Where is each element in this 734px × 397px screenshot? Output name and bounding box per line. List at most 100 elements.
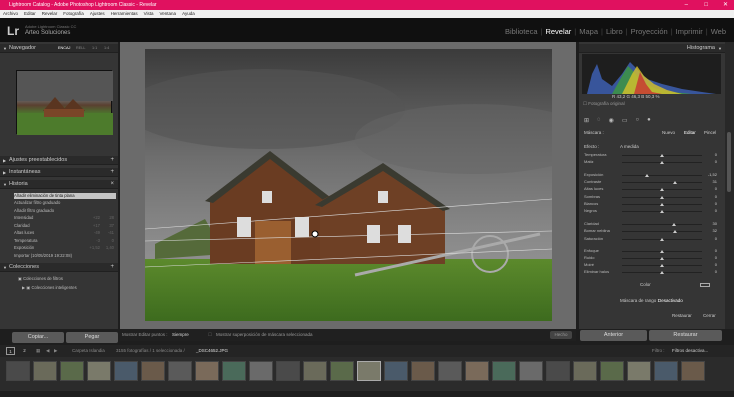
zoom-1-1[interactable]: 1:1 xyxy=(92,44,97,53)
close-link[interactable]: Cerrar xyxy=(703,313,716,318)
slider-row[interactable]: Negros 0 xyxy=(584,208,721,214)
menu-revelar[interactable]: Revelar xyxy=(42,10,58,18)
slider-value[interactable]: 0 xyxy=(715,159,717,165)
slider-value[interactable]: 0 xyxy=(715,236,717,242)
slider-row[interactable]: Moiré 0 xyxy=(584,262,721,268)
zoom-1-4[interactable]: 1:4 xyxy=(104,44,109,53)
menu-herramientas[interactable]: Herramientas xyxy=(111,10,138,18)
slider-row[interactable]: Contraste 31 xyxy=(584,179,721,185)
slider-track[interactable] xyxy=(622,231,702,232)
slider-value[interactable]: 0 xyxy=(715,201,717,207)
original-photo-checkbox[interactable]: ☐ Fotografía original xyxy=(583,101,625,107)
zoom-fit[interactable]: ENCAJ xyxy=(58,44,70,53)
menu-archivo[interactable]: Archivo xyxy=(3,10,18,18)
filmstrip-thumbnail[interactable] xyxy=(519,361,543,381)
filmstrip-thumbnail[interactable] xyxy=(573,361,597,381)
graduated-filter-icon[interactable]: ▭ xyxy=(622,117,628,125)
slider-value[interactable]: 0 xyxy=(715,248,717,254)
slider-row[interactable]: Enfoque 0 xyxy=(584,248,721,254)
slider-value[interactable]: 31 xyxy=(713,179,717,185)
filmstrip-thumbnail[interactable] xyxy=(357,361,381,381)
slider-row[interactable]: Temperatura 0 xyxy=(584,152,721,158)
restore-link[interactable]: Restaurar xyxy=(672,313,692,318)
page-1-button[interactable]: 1 xyxy=(6,347,15,355)
menu-ventana[interactable]: Ventana xyxy=(160,10,177,18)
slider-knob[interactable] xyxy=(672,222,676,226)
filmstrip-thumbnail[interactable] xyxy=(303,361,327,381)
filmstrip-thumbnail[interactable] xyxy=(492,361,516,381)
slider-knob[interactable] xyxy=(660,270,664,274)
adjustment-brush-icon[interactable]: ● xyxy=(647,117,651,125)
navigator-header[interactable]: ▼ Navegador ENCAJ RELL 1:1 1:4 xyxy=(0,44,118,53)
filmstrip-thumbnail[interactable] xyxy=(681,361,705,381)
add-collection-icon[interactable]: + xyxy=(110,263,114,272)
maximize-button[interactable]: □ xyxy=(704,0,708,10)
slider-knob[interactable] xyxy=(660,202,664,206)
slider-knob[interactable] xyxy=(660,256,664,260)
slider-knob[interactable] xyxy=(660,263,664,267)
slider-row[interactable]: Sombras 0 xyxy=(584,194,721,200)
slider-value[interactable]: 0 xyxy=(715,269,717,275)
slider-knob[interactable] xyxy=(672,180,677,184)
minimize-button[interactable]: – xyxy=(685,0,688,10)
filmstrip-thumbnail[interactable] xyxy=(33,361,57,381)
filter-select[interactable]: Filtros desactiva... xyxy=(672,345,708,357)
filmstrip-thumbnail[interactable] xyxy=(141,361,165,381)
forward-arrow-icon[interactable]: ▶ xyxy=(54,345,57,357)
slider-value[interactable]: 0 xyxy=(715,186,717,192)
slider-row[interactable]: Eliminar halos 0 xyxy=(584,269,721,275)
add-snapshot-icon[interactable]: + xyxy=(110,168,114,177)
filmstrip-thumbnail[interactable] xyxy=(87,361,111,381)
slider-value[interactable]: 0 xyxy=(715,255,717,261)
history-item[interactable]: Añadir filtro graduado xyxy=(14,208,114,214)
slider-knob[interactable] xyxy=(672,229,677,233)
menu-fotografia[interactable]: Fotografía xyxy=(63,10,84,18)
source-label[interactable]: Carpeta Islandia xyxy=(72,345,105,357)
slider-value[interactable]: -1,52 xyxy=(708,172,717,178)
slider-knob[interactable] xyxy=(660,187,664,191)
slider-row[interactable]: Altas luces 0 xyxy=(584,186,721,192)
spot-removal-icon[interactable]: ◌ xyxy=(597,117,601,125)
overlay-checkbox[interactable]: ☐ xyxy=(208,329,212,341)
add-preset-icon[interactable]: + xyxy=(110,156,114,165)
page-2-button[interactable]: 2 xyxy=(20,347,29,355)
edit-points-select[interactable]: Siempre xyxy=(172,329,189,341)
filmstrip-thumbnail[interactable] xyxy=(168,361,192,381)
clear-history-icon[interactable]: × xyxy=(110,180,114,189)
filmstrip-thumbnail[interactable] xyxy=(6,361,30,381)
filmstrip-thumbnail[interactable] xyxy=(114,361,138,381)
history-item[interactable]: Exposición +1,52 1,40 xyxy=(14,245,114,251)
grid-view-icon[interactable]: ▦ xyxy=(36,345,40,357)
range-mask-select[interactable]: Desactivado xyxy=(658,298,683,303)
module-web[interactable]: Web xyxy=(708,27,729,36)
filmstrip-thumbnail[interactable] xyxy=(249,361,273,381)
module-revelar[interactable]: Revelar xyxy=(542,27,574,36)
paste-button[interactable]: Pegar xyxy=(66,332,118,343)
filmstrip-thumbnail[interactable] xyxy=(276,361,300,381)
slider-knob[interactable] xyxy=(660,249,664,253)
menu-ayuda[interactable]: Ayuda xyxy=(182,10,195,18)
filmstrip-thumbnail[interactable] xyxy=(600,361,624,381)
reset-button[interactable]: Restaurar xyxy=(649,330,722,341)
module-mapa[interactable]: Mapa xyxy=(576,27,601,36)
filmstrip-thumbnail[interactable] xyxy=(384,361,408,381)
history-item[interactable]: Importar (10/05/2019 19:22:08) xyxy=(14,253,114,259)
previous-button[interactable]: Anterior xyxy=(580,330,647,341)
history-item[interactable]: Añadir eliminación de tinta plana xyxy=(14,193,114,199)
history-item[interactable]: Claridad +17 37 xyxy=(14,223,114,229)
histogram[interactable] xyxy=(582,54,721,94)
slider-value[interactable]: 0 xyxy=(715,262,717,268)
module-proyeccion[interactable]: Proyección xyxy=(628,27,671,36)
filmstrip-thumbnail[interactable] xyxy=(627,361,651,381)
slider-knob[interactable] xyxy=(660,209,664,213)
menu-vista[interactable]: Vista xyxy=(144,10,154,18)
history-item[interactable]: Altas luces -49 -41 xyxy=(14,230,114,236)
collection-filters[interactable]: ▣ Colecciones de filtros xyxy=(18,276,118,282)
mask-edit-button[interactable]: Editar xyxy=(684,130,696,135)
filmstrip-thumbnail[interactable] xyxy=(465,361,489,381)
filmstrip-thumbnail[interactable] xyxy=(438,361,462,381)
collection-smart[interactable]: ▶ ▣ Colecciones inteligentes xyxy=(22,285,122,291)
snapshots-header[interactable]: ▶ Instantáneas + xyxy=(0,168,118,177)
slider-row[interactable]: Exposición -1,52 xyxy=(584,172,721,178)
slider-value[interactable]: 30 xyxy=(713,221,717,227)
